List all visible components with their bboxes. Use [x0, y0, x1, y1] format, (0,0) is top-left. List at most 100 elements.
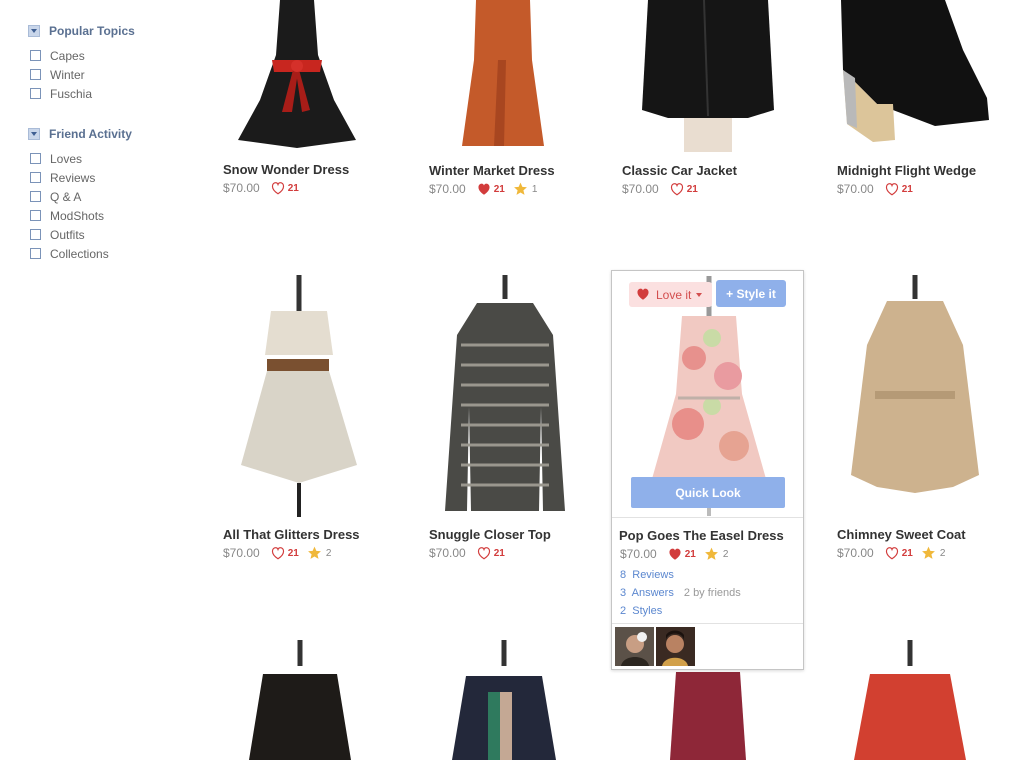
filter-label: Capes [50, 48, 85, 63]
reviews-link[interactable]: 8 Reviews [620, 569, 674, 581]
star-icon [921, 546, 936, 560]
group-title: Popular Topics [49, 24, 135, 38]
answers-by-friends: 2 by friends [683, 587, 741, 599]
checkbox[interactable] [30, 229, 41, 240]
love-it-button[interactable]: Love it [629, 282, 712, 307]
heart-icon[interactable] [885, 183, 899, 196]
style-it-button[interactable]: + Style it [716, 280, 786, 307]
love-count: 21 [684, 548, 696, 560]
product-image-snuggle-closer-top[interactable] [443, 275, 567, 517]
product-image-midnight-flight-wedge[interactable] [835, 0, 995, 152]
product-name[interactable]: Pop Goes The Easel Dress [619, 528, 784, 543]
checkbox[interactable] [30, 191, 41, 202]
chevron-down-icon[interactable] [696, 292, 703, 297]
love-it-label: Love it [656, 287, 692, 302]
quick-look-label: Quick Look [675, 485, 741, 500]
love-count: 21 [686, 183, 698, 195]
product-name[interactable]: Chimney Sweet Coat [837, 527, 966, 542]
checkbox[interactable] [30, 50, 41, 61]
heart-icon[interactable] [885, 547, 899, 560]
product-image-black-lace-dress[interactable] [245, 640, 355, 760]
product-meta: $70.00 21 [429, 546, 513, 560]
quick-look-button[interactable]: Quick Look [631, 477, 785, 508]
love-count: 21 [287, 182, 299, 194]
filter-label: Fuschia [50, 86, 93, 101]
styles-link[interactable]: 2 Styles [620, 605, 662, 617]
filter-label: Reviews [50, 170, 96, 185]
friend-activity-toggle[interactable]: Friend Activity [28, 125, 198, 143]
love-count: 21 [901, 183, 913, 195]
product-meta: $70.00 21 [622, 182, 706, 196]
star-icon [307, 546, 322, 560]
product-price: $70.00 [622, 182, 659, 196]
checkbox[interactable] [30, 248, 41, 259]
filter-label: Outfits [50, 227, 85, 242]
triangle-down-icon [28, 25, 40, 37]
product-image-red-polka-dot-top[interactable] [848, 640, 972, 760]
heart-icon[interactable] [477, 183, 491, 196]
popular-topics-toggle[interactable]: Popular Topics [28, 22, 198, 40]
filter-group-popular-topics: Popular Topics Capes Winter Fuschia [28, 22, 198, 103]
checkbox[interactable] [30, 172, 41, 183]
filter-winter[interactable]: Winter [28, 65, 198, 84]
heart-icon[interactable] [271, 182, 285, 195]
checkbox[interactable] [30, 153, 41, 164]
filter-label: ModShots [50, 208, 105, 223]
checkbox[interactable] [30, 88, 41, 99]
product-meta: $70.00 21 2 [223, 546, 331, 560]
avatar[interactable] [615, 627, 654, 666]
product-image-red-pants[interactable] [662, 672, 752, 760]
product-image-winter-market-dress[interactable] [448, 0, 558, 152]
star-icon [704, 547, 719, 561]
filter-label: Loves [50, 151, 83, 166]
product-image-snow-wonder-dress[interactable] [232, 0, 362, 152]
product-image-navy-color-block-top[interactable] [448, 640, 560, 760]
product-price: $70.00 [429, 546, 466, 560]
product-name[interactable]: Snuggle Closer Top [429, 527, 551, 542]
product-name[interactable]: Winter Market Dress [429, 163, 555, 178]
filter-collections[interactable]: Collections [28, 244, 198, 263]
product-image-chimney-sweet-coat[interactable] [845, 275, 985, 517]
checkbox[interactable] [30, 210, 41, 221]
product-meta: $70.00 21 1 [429, 182, 537, 196]
product-price: $70.00 [223, 181, 260, 195]
styles-label: Styles [632, 605, 663, 617]
filter-outfits[interactable]: Outfits [28, 225, 198, 244]
product-name[interactable]: Midnight Flight Wedge [837, 163, 976, 178]
product-image-all-that-glitters-dress[interactable] [233, 275, 363, 517]
heart-icon[interactable] [477, 547, 491, 560]
review-count: 2 [722, 548, 729, 560]
answers-label: Answers [631, 587, 674, 599]
filter-group-friend-activity: Friend Activity Loves Reviews Q & A ModS… [28, 125, 198, 263]
answers-link[interactable]: 3 Answers 2 by friends [620, 587, 741, 599]
product-name[interactable]: All That Glitters Dress [223, 527, 360, 542]
product-price: $70.00 [837, 182, 874, 196]
product-price: $70.00 [223, 546, 260, 560]
product-meta: $70.00 21 [837, 182, 921, 196]
review-count: 1 [531, 183, 538, 195]
filter-loves[interactable]: Loves [28, 149, 198, 168]
filter-qa[interactable]: Q & A [28, 187, 198, 206]
filter-label: Winter [50, 67, 85, 82]
product-name[interactable]: Snow Wonder Dress [223, 162, 349, 177]
filter-label: Collections [50, 246, 109, 261]
filter-reviews[interactable]: Reviews [28, 168, 198, 187]
product-image-classic-car-jacket[interactable] [628, 0, 788, 152]
product-hover-card[interactable]: Love it + Style it Quick Look Pop Goes T… [611, 270, 804, 670]
heart-icon[interactable] [271, 547, 285, 560]
heart-icon [636, 288, 650, 301]
filter-modshots[interactable]: ModShots [28, 206, 198, 225]
product-price: $70.00 [620, 547, 657, 561]
product-name[interactable]: Classic Car Jacket [622, 163, 737, 178]
triangle-down-icon [28, 128, 40, 140]
product-meta: $70.00 21 2 [620, 547, 728, 561]
answers-count: 3 [620, 587, 627, 599]
group-title: Friend Activity [49, 127, 132, 141]
checkbox[interactable] [30, 69, 41, 80]
avatar[interactable] [656, 627, 695, 666]
heart-icon[interactable] [668, 548, 682, 561]
love-count: 21 [493, 547, 505, 559]
filter-capes[interactable]: Capes [28, 46, 198, 65]
filter-fuschia[interactable]: Fuschia [28, 84, 198, 103]
heart-icon[interactable] [670, 183, 684, 196]
